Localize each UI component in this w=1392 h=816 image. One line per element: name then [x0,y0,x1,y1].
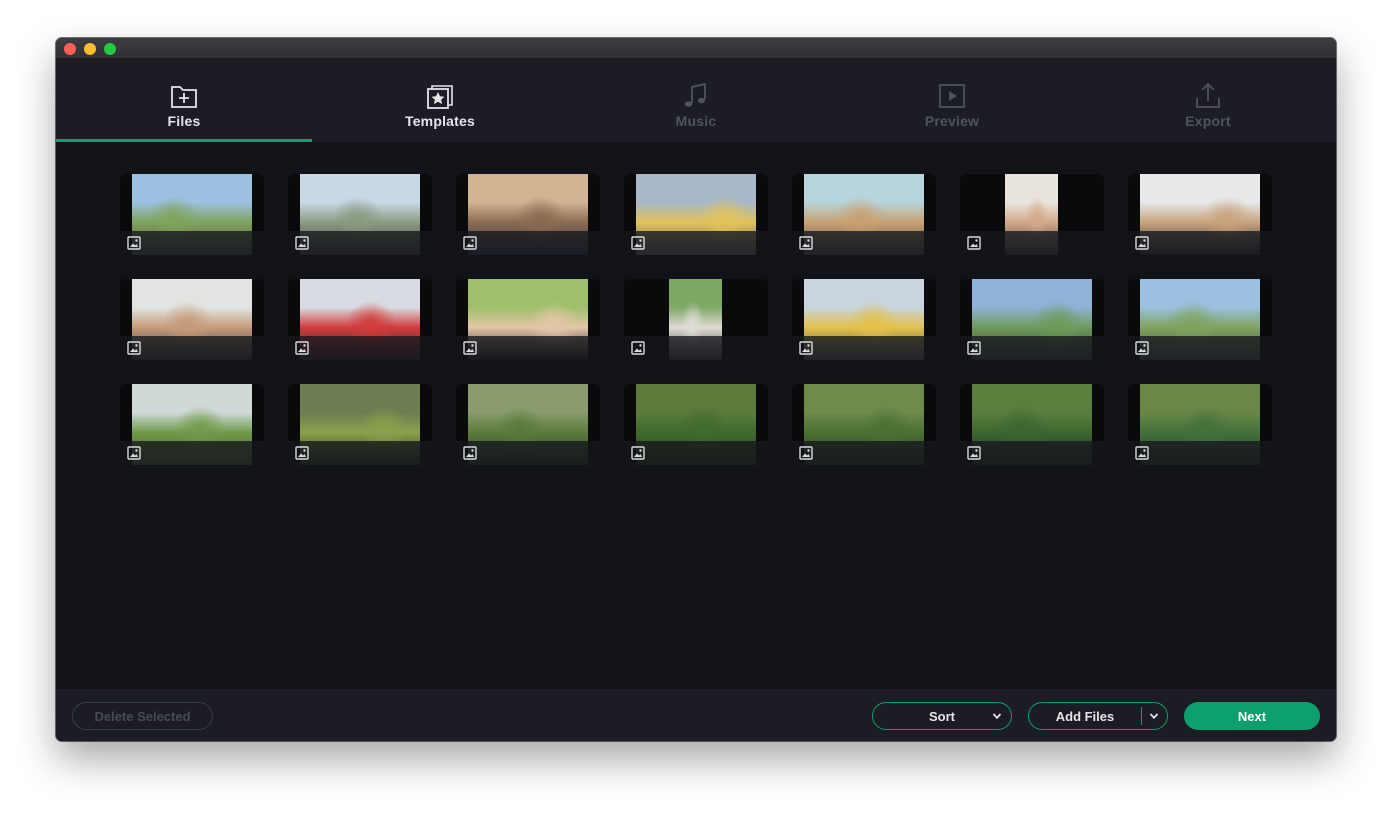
thumbnail-caption-bar [456,336,600,360]
media-thumbnail[interactable] [456,174,600,255]
zoom-window-button[interactable] [104,43,116,55]
tab-music[interactable]: Music [568,59,824,142]
thumbnail-caption-bar [288,336,432,360]
image-type-icon [463,341,477,355]
thumbnail-caption-bar [792,336,936,360]
media-thumbnail[interactable] [120,384,264,465]
media-thumbnail[interactable] [288,279,432,360]
image-type-icon [1135,341,1149,355]
next-label: Next [1237,708,1267,724]
media-thumbnail[interactable] [456,279,600,360]
media-thumbnail[interactable] [624,384,768,465]
export-upload-icon [1196,82,1220,108]
thumbnail-caption-bar [456,231,600,255]
thumbnail-caption-bar [288,441,432,465]
chevron-down-icon [992,713,1002,720]
media-thumbnail[interactable] [624,279,768,360]
media-thumbnail[interactable] [792,174,936,255]
tab-label: Export [1185,113,1231,129]
image-type-icon [631,446,645,460]
thumbnail-caption-bar [120,441,264,465]
tab-files[interactable]: Files [56,59,312,142]
image-type-icon [295,236,309,250]
media-thumbnail[interactable] [960,384,1104,465]
thumbnail-caption-bar [960,441,1104,465]
media-thumbnail[interactable] [288,174,432,255]
split-divider [1141,707,1142,725]
delete-selected-label: Delete Selected [94,708,191,724]
media-thumbnail[interactable] [792,279,936,360]
image-type-icon [967,446,981,460]
folder-plus-icon [171,86,197,108]
thumbnail-caption-bar [624,231,768,255]
thumbnail-caption-bar [456,441,600,465]
thumbnail-caption-bar [288,231,432,255]
image-type-icon [295,446,309,460]
tab-label: Files [167,113,201,129]
image-type-icon [463,236,477,250]
media-thumbnail[interactable] [1128,174,1272,255]
thumbnail-caption-bar [792,231,936,255]
play-preview-icon [939,84,965,108]
next-button[interactable]: Next [1184,702,1320,730]
image-type-icon [127,236,141,250]
add-files-label: Add Files [1055,709,1115,724]
thumbnail-caption-bar [1128,231,1272,255]
image-type-icon [799,341,813,355]
image-type-icon [967,341,981,355]
close-window-button[interactable] [64,43,76,55]
media-thumbnail[interactable] [120,174,264,255]
tab-export[interactable]: Export [1080,59,1336,142]
image-type-icon [127,341,141,355]
active-tab-indicator [56,139,312,142]
thumbnail-caption-bar [120,231,264,255]
media-thumbnail[interactable] [120,279,264,360]
image-type-icon [799,236,813,250]
image-type-icon [631,341,645,355]
delete-selected-button[interactable]: Delete Selected [72,702,213,730]
tab-label: Preview [924,113,980,129]
media-thumbnail[interactable] [1128,279,1272,360]
image-type-icon [1135,236,1149,250]
title-bar[interactable] [56,38,1336,59]
sort-dropdown[interactable]: Sort [872,702,1012,730]
step-tab-bar: Files Templates Music Preview Export [56,59,1336,142]
image-type-icon [1135,446,1149,460]
tab-templates[interactable]: Templates [312,59,568,142]
sort-label: Sort [929,708,955,724]
media-grid [120,174,1272,465]
add-files-button[interactable]: Add Files [1028,702,1168,730]
image-type-icon [967,236,981,250]
chevron-down-icon[interactable] [1148,710,1160,722]
image-type-icon [631,236,645,250]
media-thumbnail[interactable] [624,174,768,255]
thumbnail-caption-bar [1128,441,1272,465]
thumbnail-caption-bar [624,336,768,360]
media-thumbnail[interactable] [456,384,600,465]
image-type-icon [463,446,477,460]
template-star-icon [427,85,453,109]
minimize-window-button[interactable] [84,43,96,55]
bottom-toolbar: Delete Selected Sort Add Files Next [56,689,1336,741]
app-window: Files Templates Music Preview Export Del… [56,38,1336,741]
image-type-icon [295,341,309,355]
tab-label: Templates [404,113,475,129]
media-thumbnail[interactable] [960,174,1104,255]
media-thumbnail[interactable] [792,384,936,465]
image-type-icon [799,446,813,460]
image-type-icon [127,446,141,460]
tab-label: Music [675,113,717,129]
thumbnail-caption-bar [1128,336,1272,360]
media-thumbnail[interactable] [288,384,432,465]
thumbnail-caption-bar [624,441,768,465]
thumbnail-caption-bar [960,336,1104,360]
media-thumbnail[interactable] [960,279,1104,360]
thumbnail-caption-bar [792,441,936,465]
thumbnail-caption-bar [120,336,264,360]
music-note-icon [684,82,706,107]
media-thumbnail[interactable] [1128,384,1272,465]
thumbnail-caption-bar [960,231,1104,255]
tab-preview[interactable]: Preview [824,59,1080,142]
